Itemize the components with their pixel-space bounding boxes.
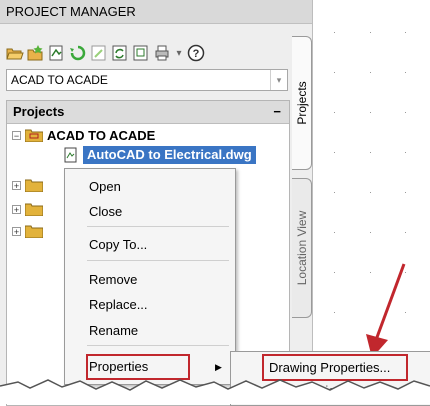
project-folder-icon (25, 129, 43, 142)
menu-item-copy-to[interactable]: Copy To... (89, 237, 147, 252)
toolbar: ▾ ? (6, 42, 205, 64)
tree-item-folder[interactable]: + (12, 222, 47, 240)
svg-text:?: ? (193, 48, 200, 60)
dropdown-arrow-icon[interactable]: ▾ (174, 44, 184, 62)
menu-item-rename[interactable]: Rename (89, 323, 138, 338)
plot-icon[interactable] (153, 44, 171, 62)
tree-item-root[interactable]: − ACAD TO ACADE (12, 126, 155, 144)
menu-separator (87, 345, 229, 346)
tab-location-label: Location View (294, 210, 309, 286)
projects-header: Projects − (7, 101, 289, 124)
new-drawing-icon[interactable] (48, 44, 66, 62)
menu-item-replace[interactable]: Replace... (89, 297, 148, 312)
drawing-file-icon (64, 147, 77, 163)
tab-projects-label: Projects (294, 81, 309, 125)
root-project-label: ACAD TO ACADE (47, 127, 156, 143)
project-wide-update-icon[interactable] (111, 44, 129, 62)
project-select[interactable]: ACAD TO ACADE ▾ (6, 69, 288, 91)
task-list-icon[interactable] (90, 44, 108, 62)
folder-icon (25, 203, 43, 216)
tree-item-folder[interactable]: + (12, 176, 47, 194)
help-icon[interactable]: ? (187, 44, 205, 62)
tree-item-folder[interactable]: + (12, 200, 47, 218)
menu-separator (87, 260, 229, 261)
menu-item-remove[interactable]: Remove (89, 272, 137, 287)
open-project-icon[interactable] (6, 44, 24, 62)
tree-item-selected-drawing[interactable]: AutoCAD to Electrical.dwg (62, 146, 256, 164)
new-project-icon[interactable] (27, 44, 45, 62)
annotation-arrow-icon (366, 263, 406, 358)
panel-title: PROJECT MANAGER (0, 0, 312, 24)
collapse-icon[interactable]: − (273, 101, 281, 123)
expand-tree-icon[interactable]: + (12, 180, 21, 190)
chevron-down-icon[interactable]: ▾ (270, 70, 287, 90)
project-select-value: ACAD TO ACADE (11, 73, 108, 87)
folder-icon (25, 225, 43, 238)
collapse-tree-icon[interactable]: − (12, 130, 21, 140)
torn-edge-decoration (0, 379, 430, 404)
menu-separator (87, 226, 229, 227)
folder-icon (25, 179, 43, 192)
tab-location-view[interactable]: Location View (292, 178, 312, 318)
menu-item-close[interactable]: Close (89, 204, 122, 219)
expand-tree-icon[interactable]: + (12, 204, 21, 214)
tab-projects[interactable]: Projects (292, 36, 312, 170)
reports-icon[interactable] (132, 44, 150, 62)
context-menu: Open Close Copy To... Remove Replace... … (64, 168, 236, 385)
menu-item-open[interactable]: Open (89, 179, 121, 194)
expand-tree-icon[interactable]: + (12, 226, 21, 236)
projects-header-label: Projects (13, 104, 65, 119)
refresh-icon[interactable] (69, 44, 87, 62)
selected-drawing-label: AutoCAD to Electrical.dwg (83, 146, 256, 164)
